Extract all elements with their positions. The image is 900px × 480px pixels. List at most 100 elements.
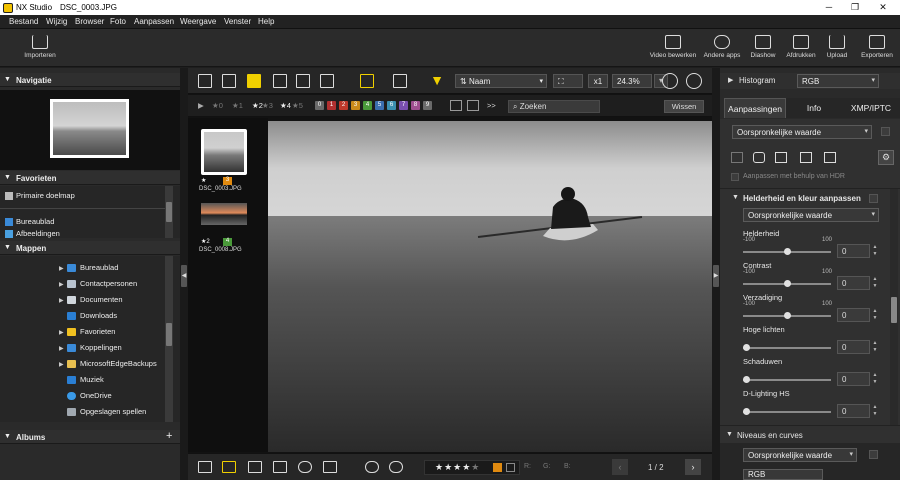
favorites-scrollbar[interactable] — [165, 186, 173, 238]
gear-icon[interactable]: ⚙ — [878, 150, 894, 165]
menu-help[interactable]: Help — [258, 17, 274, 26]
stack-icon[interactable] — [198, 461, 212, 473]
filter-star-4[interactable]: ★4 — [280, 101, 291, 110]
tree-item[interactable]: Downloads — [59, 311, 117, 321]
preset-checkbox[interactable] — [881, 127, 890, 136]
add-album-button[interactable]: + — [166, 430, 172, 442]
other-apps-button[interactable]: Andere apps — [702, 33, 742, 65]
slider-knob[interactable] — [743, 408, 750, 415]
rotate-right-icon[interactable] — [389, 461, 403, 473]
slider-track[interactable] — [743, 408, 831, 415]
preset-select[interactable]: Oorspronkelijke waarde ▾ — [732, 125, 872, 139]
slider-track[interactable] — [743, 312, 831, 319]
actual-size-button[interactable]: x1 — [588, 74, 608, 88]
hdr-checkbox[interactable] — [731, 173, 739, 181]
menu-aanpassen[interactable]: Aanpassen — [134, 17, 174, 26]
collapse-icon[interactable]: ▼ — [732, 194, 739, 201]
filter-star-0[interactable]: ★0 — [212, 101, 223, 110]
rating-stars[interactable]: ★★★★★ — [435, 462, 480, 473]
spin-icon[interactable]: ▲ ▼ — [871, 372, 879, 386]
slider-track[interactable] — [743, 280, 831, 287]
maximize-button[interactable]: ❐ — [842, 1, 868, 14]
levels-checkbox[interactable] — [869, 450, 878, 459]
info-icon[interactable] — [298, 461, 312, 473]
menu-foto[interactable]: Foto — [110, 17, 126, 26]
retouch-icon[interactable] — [753, 152, 765, 163]
levels-preset-select[interactable]: Oorspronkelijke waarde ▾ — [743, 448, 857, 462]
crop-icon[interactable] — [800, 152, 812, 163]
sort-dropdown[interactable]: ⇅ Naam ▾ — [455, 74, 547, 88]
tab-info[interactable]: Info — [786, 98, 842, 118]
play-icon[interactable]: ▶ — [198, 101, 204, 110]
histogram-overlay-icon[interactable] — [323, 461, 337, 473]
slider-knob[interactable] — [783, 248, 791, 255]
fit-dropdown[interactable]: ⛶ — [553, 74, 583, 88]
label-filter[interactable]: 4 — [363, 101, 372, 110]
favorite-item[interactable]: Afbeeldingen — [5, 229, 175, 238]
spin-icon[interactable]: ▲ ▼ — [871, 340, 879, 354]
scroll-thumb[interactable] — [166, 202, 172, 222]
image-viewer[interactable] — [268, 121, 712, 452]
multi-compare-icon[interactable] — [296, 74, 310, 88]
label-filter[interactable]: 6 — [387, 101, 396, 110]
filmstrip-layout-icon[interactable] — [360, 74, 374, 88]
slider-value-input[interactable]: 0 — [837, 276, 870, 290]
tree-item[interactable]: Muziek — [59, 375, 104, 385]
label-badge[interactable] — [493, 463, 502, 472]
rating-control[interactable]: ★★★★★ — [424, 460, 520, 475]
tab-xmp-iptc[interactable]: XMP/IPTC — [842, 98, 900, 118]
label-filter[interactable]: 9 — [423, 101, 432, 110]
slider-knob[interactable] — [743, 376, 750, 383]
import-button[interactable]: Importeren — [22, 33, 58, 65]
label-filter[interactable]: 8 — [411, 101, 420, 110]
slider-value-input[interactable]: 0 — [837, 340, 870, 354]
slider-knob[interactable] — [783, 312, 791, 319]
protect-filter-icon[interactable] — [467, 100, 479, 111]
thumbnail-selected[interactable] — [201, 129, 247, 175]
collapse-right-icon[interactable]: ▶ — [713, 265, 719, 287]
tree-item[interactable]: Opgeslagen spellen — [59, 407, 146, 417]
navigator-area[interactable] — [0, 90, 180, 170]
right-splitter[interactable]: ▶ — [712, 68, 720, 480]
slider-value-input[interactable]: 0 — [837, 308, 870, 322]
tree-item[interactable]: ▶ Bureaublad — [59, 263, 118, 273]
zoom-out-icon[interactable] — [662, 73, 678, 89]
menu-browser[interactable]: Browser — [75, 17, 104, 26]
slider-track[interactable] — [743, 376, 831, 383]
navigation-header[interactable]: ▼ Navigatie — [0, 73, 180, 87]
favorites-header[interactable]: ▼ Favorieten — [0, 171, 180, 185]
spin-icon[interactable]: ▲ ▼ — [871, 308, 879, 322]
collapse-left-icon[interactable]: ◀ — [181, 265, 187, 287]
left-splitter[interactable]: ◀ — [180, 68, 188, 480]
zoom-dropdown[interactable]: 24.3% — [612, 74, 652, 88]
tab-adjustments[interactable]: Aanpassingen — [724, 98, 786, 118]
menu-wijzig[interactable]: Wijzig — [46, 17, 67, 26]
filter-star-1[interactable]: ★1 — [232, 101, 243, 110]
more-filters-button[interactable]: >> — [487, 101, 496, 110]
histogram-header[interactable]: ▶ Histogram RGB ▾ — [720, 73, 900, 89]
info-overlay-icon[interactable] — [248, 461, 262, 473]
scroll-thumb[interactable] — [166, 323, 172, 346]
straighten-icon[interactable] — [775, 152, 787, 163]
minimize-button[interactable]: ─ — [816, 1, 842, 14]
histogram-mode-select[interactable]: RGB ▾ — [797, 74, 879, 88]
folders-header[interactable]: ▼ Mappen — [0, 241, 180, 255]
tree-item[interactable]: ▶ Contactpersonen — [59, 279, 137, 289]
spin-icon[interactable]: ▲ ▼ — [871, 276, 879, 290]
section-checkbox[interactable] — [869, 194, 878, 203]
tree-item[interactable]: ▶ Documenten — [59, 295, 123, 305]
stack-open-icon[interactable] — [222, 461, 236, 473]
menu-bestand[interactable]: Bestand — [9, 17, 38, 26]
levels-channel-select[interactable]: RGB — [743, 469, 823, 480]
collapse-icon[interactable]: ▼ — [726, 431, 733, 438]
raw-filter-icon[interactable] — [450, 100, 462, 111]
slideshow-button[interactable]: Diashow — [746, 33, 780, 65]
slider-value-input[interactable]: 0 — [837, 372, 870, 386]
export-button[interactable]: Exporteren — [858, 33, 896, 65]
folders-scrollbar[interactable] — [165, 256, 173, 422]
thumbnail-image[interactable] — [201, 203, 247, 225]
slider-track[interactable] — [743, 344, 831, 351]
video-edit-button[interactable]: Video bewerken — [648, 33, 698, 65]
previous-image-button[interactable]: ‹ — [612, 459, 628, 475]
label-filter[interactable]: 7 — [399, 101, 408, 110]
